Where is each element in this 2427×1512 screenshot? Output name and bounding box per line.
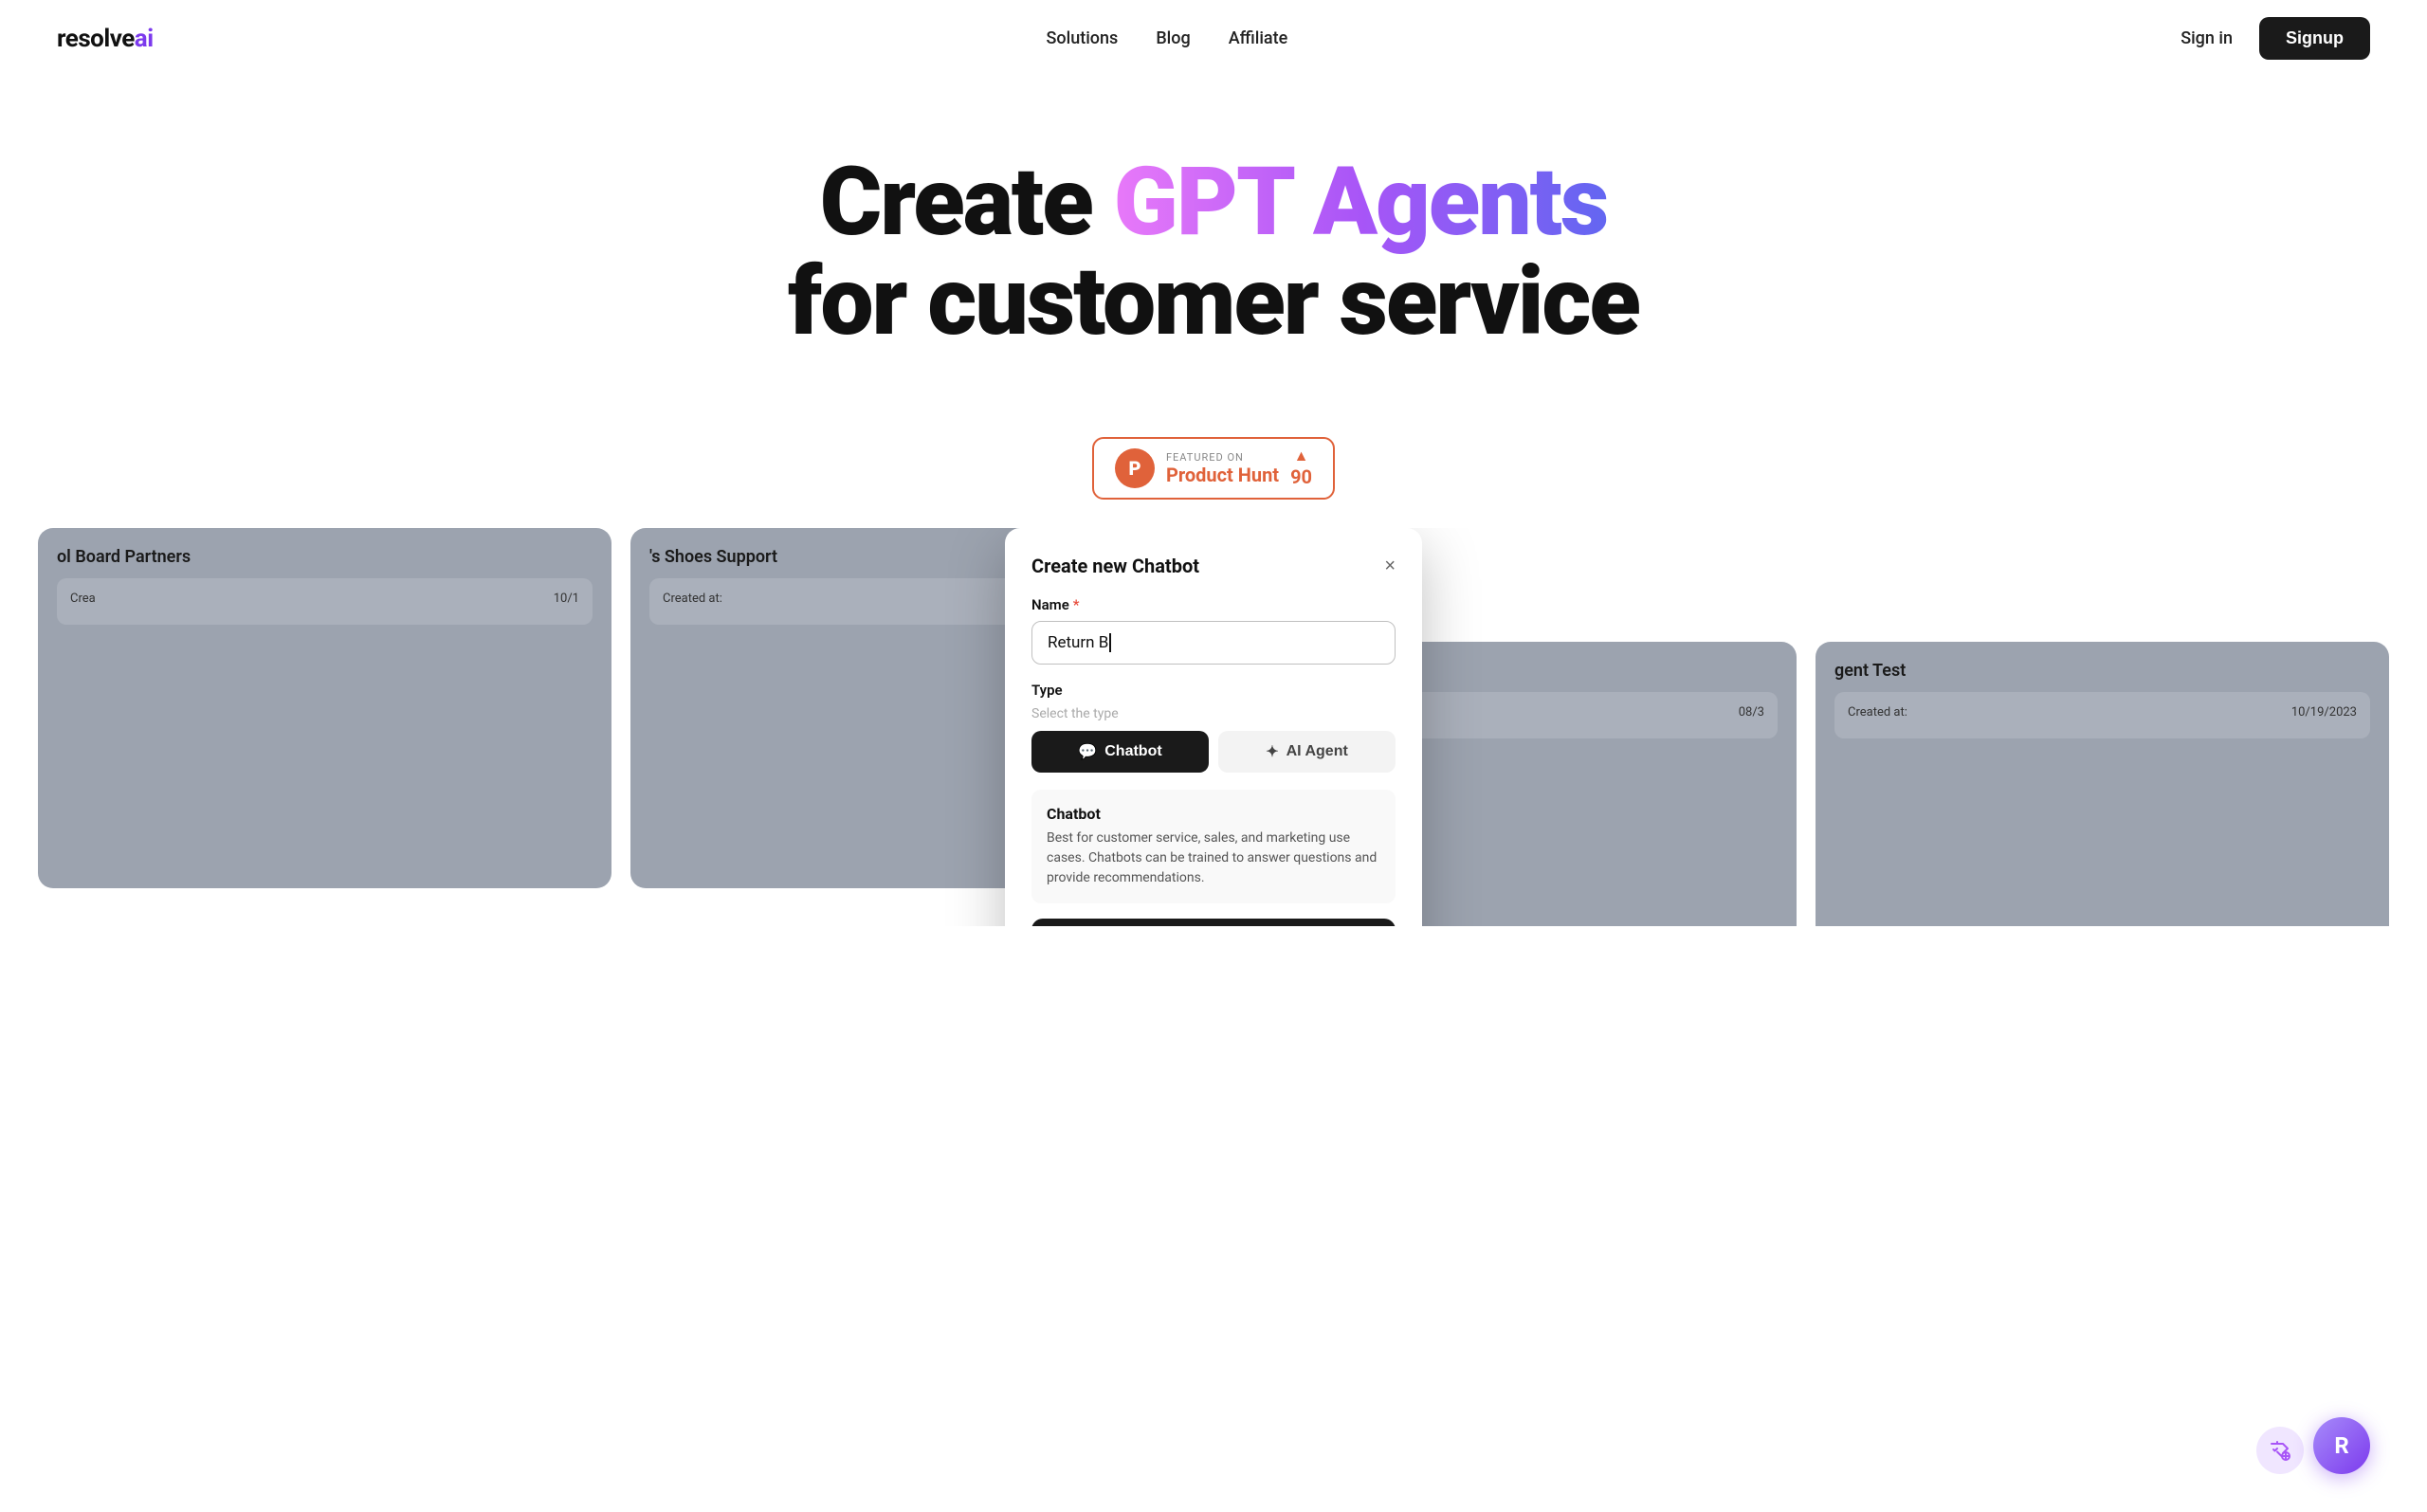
- avatar-letter: R: [2334, 1432, 2348, 1459]
- bg-card-4-inner: Created at: 10/19/2023: [1834, 692, 2370, 738]
- bg-card-4-created-label: Created at:: [1848, 705, 1907, 720]
- affiliate-link[interactable]: Affiliate: [1229, 28, 1288, 48]
- bg-card-1-created-label: Crea: [70, 592, 96, 606]
- type-label: Type: [1031, 682, 1396, 699]
- hero-create-text: Create: [820, 147, 1114, 258]
- ph-name: Product Hunt: [1166, 464, 1279, 486]
- ph-count: ▲ 90: [1290, 448, 1312, 488]
- chatbot-type-label: Chatbot: [1104, 743, 1161, 760]
- continue-button[interactable]: Continue: [1031, 919, 1396, 926]
- type-placeholder: Select the type: [1031, 706, 1396, 721]
- chatbot-desc-title: Chatbot: [1047, 805, 1380, 823]
- modal-close-button[interactable]: ×: [1384, 556, 1396, 575]
- translate-icon: [2269, 1439, 2291, 1462]
- ai-agent-type-icon: ✦: [1266, 742, 1278, 761]
- chatbot-type-button[interactable]: 💬 Chatbot: [1031, 731, 1209, 773]
- text-cursor: [1109, 633, 1111, 652]
- ph-featured-label: FEATURED ON: [1166, 451, 1279, 464]
- name-required-marker: *: [1073, 596, 1080, 613]
- hero-section: Create GPT Agents for customer service: [0, 77, 2427, 390]
- bg-card-1-row: Crea 10/1: [70, 592, 579, 606]
- chatbot-type-icon: 💬: [1078, 742, 1097, 761]
- name-field-group: Name * Return B: [1031, 596, 1396, 665]
- nav-links: Solutions Blog Affiliate: [1047, 28, 1288, 48]
- modal-header: Create new Chatbot ×: [1031, 555, 1396, 577]
- create-chatbot-modal: Create new Chatbot × Name * Return B Typ…: [1005, 528, 1422, 926]
- product-hunt-badge[interactable]: P FEATURED ON Product Hunt ▲ 90: [1092, 437, 1335, 500]
- ai-agent-type-button[interactable]: ✦ AI Agent: [1218, 731, 1396, 773]
- bg-card-4-row: Created at: 10/19/2023: [1848, 705, 2357, 720]
- ph-number: 90: [1290, 465, 1312, 488]
- bg-card-1-created-value: 10/1: [554, 592, 579, 606]
- product-hunt-section: P FEATURED ON Product Hunt ▲ 90: [0, 437, 2427, 500]
- bg-card-1-inner: Crea 10/1: [57, 578, 593, 625]
- demo-section: ol Board Partners Crea 10/1 's Shoes Sup…: [0, 528, 2427, 926]
- hero-gradient-text: GPT Agents: [1114, 147, 1608, 258]
- name-label-text: Name: [1031, 596, 1069, 613]
- name-label: Name *: [1031, 596, 1396, 613]
- bg-card-4: gent Test Created at: 10/19/2023: [1816, 642, 2389, 926]
- hero-heading: Create GPT Agents for customer service: [19, 153, 2408, 352]
- hero-line2: for customer service: [788, 246, 1639, 357]
- chatbot-description-box: Chatbot Best for customer service, sales…: [1031, 790, 1396, 903]
- solutions-link[interactable]: Solutions: [1047, 28, 1119, 48]
- bg-card-1: ol Board Partners Crea 10/1: [38, 528, 611, 888]
- signin-link[interactable]: Sign in: [2181, 28, 2233, 48]
- bg-card-3-created-value: 08/3: [1739, 705, 1764, 720]
- hero-line1: Create GPT Agents: [820, 147, 1608, 258]
- navbar: resolveai Solutions Blog Affiliate Sign …: [0, 0, 2427, 77]
- type-buttons-group: 💬 Chatbot ✦ AI Agent: [1031, 731, 1396, 773]
- ai-agent-type-label: AI Agent: [1286, 743, 1348, 760]
- nav-item-affiliate[interactable]: Affiliate: [1229, 28, 1288, 48]
- nav-item-blog[interactable]: Blog: [1156, 28, 1190, 48]
- name-input-display[interactable]: Return B: [1031, 621, 1396, 665]
- ph-arrow-icon: ▲: [1294, 448, 1309, 464]
- bg-card-4-title: gent Test: [1834, 661, 2370, 681]
- ph-text: FEATURED ON Product Hunt: [1166, 451, 1279, 486]
- type-field-group: Type Select the type 💬 Chatbot ✦ AI Agen…: [1031, 682, 1396, 773]
- name-input-value: Return B: [1048, 633, 1108, 652]
- bg-card-4-created-value: 10/19/2023: [2291, 705, 2357, 720]
- user-avatar[interactable]: R: [2313, 1417, 2370, 1474]
- logo: resolveai: [57, 25, 154, 53]
- blog-link[interactable]: Blog: [1156, 28, 1190, 48]
- nav-item-solutions[interactable]: Solutions: [1047, 28, 1119, 48]
- translate-button[interactable]: [2256, 1427, 2304, 1474]
- signup-button[interactable]: Signup: [2259, 17, 2370, 60]
- modal-title: Create new Chatbot: [1031, 555, 1199, 577]
- nav-right: Sign in Signup: [2181, 17, 2370, 60]
- ph-icon: P: [1115, 448, 1155, 488]
- bg-card-1-title: ol Board Partners: [57, 547, 593, 567]
- chatbot-desc-text: Best for customer service, sales, and ma…: [1047, 829, 1380, 888]
- bg-card-2-created-label: Created at:: [663, 592, 722, 606]
